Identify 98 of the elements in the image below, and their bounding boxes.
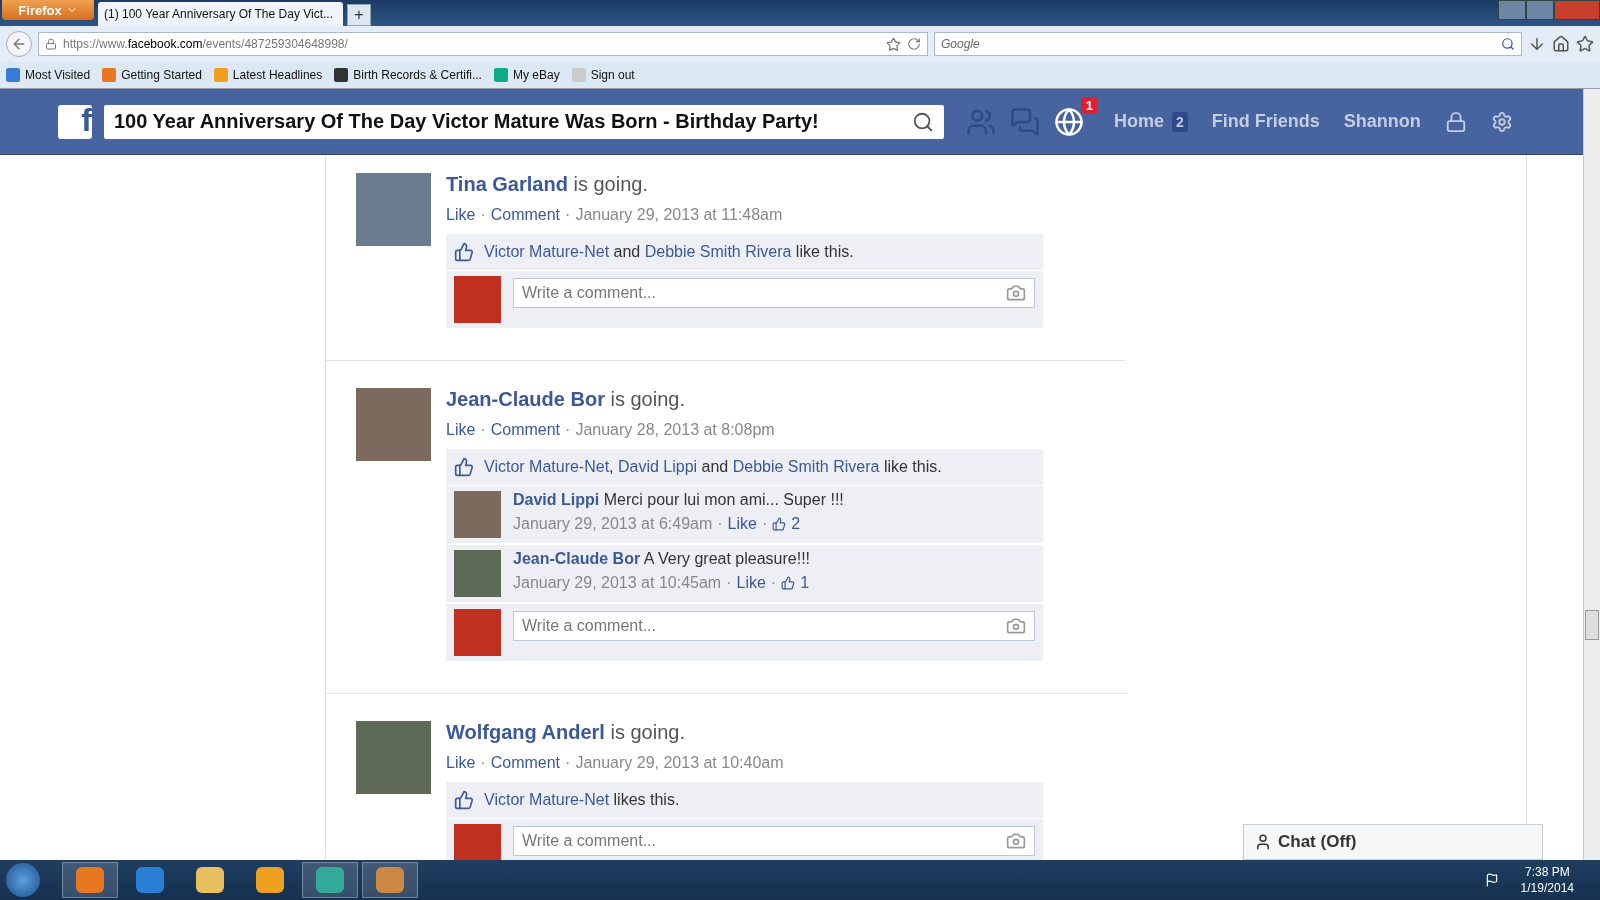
post-heading: Wolfgang Anderl is going. xyxy=(446,721,686,744)
scrollbar[interactable] xyxy=(1583,89,1600,860)
post-heading: Jean-Claude Bor is going. xyxy=(446,388,686,411)
action-link[interactable]: Comment xyxy=(490,754,561,772)
like-icon xyxy=(781,576,796,590)
search-icon[interactable] xyxy=(1501,37,1515,51)
new-tab-button[interactable]: + xyxy=(347,4,371,26)
notification-badge: 1 xyxy=(1080,96,1098,114)
camera-icon[interactable] xyxy=(1006,283,1026,303)
photo-placeholder xyxy=(454,824,501,860)
lock-icon xyxy=(45,38,57,50)
globe-icon[interactable] xyxy=(1054,106,1084,137)
facebook-logo[interactable]: f xyxy=(58,104,92,139)
action-link[interactable]: Like xyxy=(736,574,766,592)
start-button[interactable] xyxy=(6,863,40,897)
nav-link[interactable]: Find Friends xyxy=(1211,111,1320,132)
count-badge: 2 xyxy=(1172,111,1188,132)
separator-dot: · xyxy=(761,515,768,533)
like-count[interactable]: 2 xyxy=(791,515,801,533)
separator-dot: · xyxy=(717,515,723,533)
separator-dot: · xyxy=(480,206,486,224)
like-icon xyxy=(454,457,474,477)
separator-dot: · xyxy=(480,754,486,772)
back-button[interactable] xyxy=(6,31,32,57)
timestamp: January 29, 2013 at 11:48am xyxy=(575,206,783,224)
separator-dot: · xyxy=(726,574,732,592)
url-text: https://www.facebook.com/events/487259304648998/ xyxy=(63,37,348,51)
flag-icon[interactable] xyxy=(1484,873,1499,887)
close-button[interactable] xyxy=(1554,0,1600,20)
name-link[interactable]: Jean-Claude Bor xyxy=(446,388,605,410)
bookmark-link[interactable]: Getting Started xyxy=(102,68,202,82)
search-field[interactable]: 100 Year Anniversary Of The Day Victor Mature Was Born - Birthday Party! xyxy=(104,104,944,139)
name-link[interactable]: Debbie Smith Rivera xyxy=(732,458,880,475)
name-link[interactable]: David Lippi xyxy=(617,458,698,475)
action-link[interactable]: Comment xyxy=(490,421,561,439)
post-heading: Tina Garland is going. xyxy=(446,173,649,196)
name-link[interactable]: Victor Mature-Net xyxy=(484,243,610,260)
like-icon xyxy=(454,790,474,810)
clock[interactable]: 7:38 PM 1/19/2014 xyxy=(1520,864,1574,896)
search-icon[interactable] xyxy=(912,110,934,133)
reload-icon[interactable] xyxy=(907,36,921,51)
photo-placeholder xyxy=(454,491,501,538)
name-link[interactable]: David Lippi xyxy=(513,491,600,508)
comment-text: David Lippi Merci pour lui mon ami... Super !!! xyxy=(513,491,844,509)
chat-bar[interactable]: Chat (Off) xyxy=(1243,824,1543,860)
likes-sentence: Victor Mature-Net and Debbie Smith Rivera like this. xyxy=(484,243,854,261)
browser-tab[interactable]: (1) 100 Year Anniversary Of The Day Vict... xyxy=(98,2,343,26)
photo-placeholder xyxy=(454,609,501,656)
bookmark-link[interactable]: Latest Headlines xyxy=(213,68,323,82)
camera-icon[interactable] xyxy=(1006,616,1026,636)
bookmark-link[interactable]: My eBay xyxy=(493,68,560,82)
like-icon xyxy=(454,242,474,262)
like-icon xyxy=(772,517,787,531)
action-link[interactable]: Like xyxy=(727,515,757,533)
comment-field[interactable]: Write a comment... xyxy=(513,278,1035,308)
separator-dot: · xyxy=(565,754,571,772)
timestamp: January 29, 2013 at 6:49am xyxy=(513,515,713,533)
comment-text: Jean-Claude Bor A Very great pleasure!!! xyxy=(513,550,811,568)
minimize-button[interactable] xyxy=(1498,0,1526,20)
timestamp: January 28, 2013 at 8:08pm xyxy=(575,421,775,439)
action-link[interactable]: Like xyxy=(446,421,476,439)
home-icon[interactable] xyxy=(1552,35,1570,53)
bookmark-link[interactable]: Birth Records & Certifi... xyxy=(334,68,482,82)
separator-dot: · xyxy=(565,421,571,439)
name-link[interactable]: Wolfgang Anderl xyxy=(446,721,605,743)
name-link[interactable]: Debbie Smith Rivera xyxy=(644,243,792,260)
settings-icon[interactable] xyxy=(1490,110,1513,133)
separator-dot: · xyxy=(770,574,777,592)
separator-dot: · xyxy=(565,206,571,224)
download-icon[interactable] xyxy=(1528,35,1546,53)
bookmark-star-icon[interactable] xyxy=(886,36,901,52)
like-count[interactable]: 1 xyxy=(800,574,810,592)
name-link[interactable]: Tina Garland xyxy=(446,173,568,195)
name-link[interactable]: Jean-Claude Bor xyxy=(513,550,641,567)
maximize-button[interactable] xyxy=(1526,0,1554,20)
bookmarks-icon[interactable] xyxy=(1576,35,1594,53)
nav-link[interactable]: Home 2 xyxy=(1114,111,1188,132)
nav-link[interactable]: Shannon xyxy=(1343,111,1421,132)
search-field[interactable]: Google xyxy=(934,32,1522,56)
comment-field[interactable]: Write a comment... xyxy=(513,826,1035,856)
action-link[interactable]: Like xyxy=(446,206,476,224)
bookmark-link[interactable]: Sign out xyxy=(571,68,635,82)
action-link[interactable]: Like xyxy=(446,754,476,772)
timestamp: January 29, 2013 at 10:40am xyxy=(575,754,784,772)
camera-icon[interactable] xyxy=(1006,831,1026,851)
photo-placeholder xyxy=(454,550,501,597)
likes-sentence: Victor Mature-Net, David Lippi and Debbie Smith Rivera like this. xyxy=(484,458,942,476)
bookmark-link[interactable]: Most Visited xyxy=(6,68,91,82)
timestamp: January 29, 2013 at 10:45am xyxy=(513,574,722,592)
address-field[interactable]: https://www.facebook.com/events/487259304648998/ xyxy=(38,32,928,56)
likes-sentence: Victor Mature-Net likes this. xyxy=(484,791,680,809)
privacy-icon[interactable] xyxy=(1444,110,1467,133)
separator-dot: · xyxy=(480,421,486,439)
action-link[interactable]: Comment xyxy=(490,206,561,224)
chat-icon xyxy=(1254,833,1272,851)
comment-field[interactable]: Write a comment... xyxy=(513,611,1035,641)
photo-placeholder xyxy=(454,276,501,323)
name-link[interactable]: Victor Mature-Net xyxy=(484,791,610,808)
